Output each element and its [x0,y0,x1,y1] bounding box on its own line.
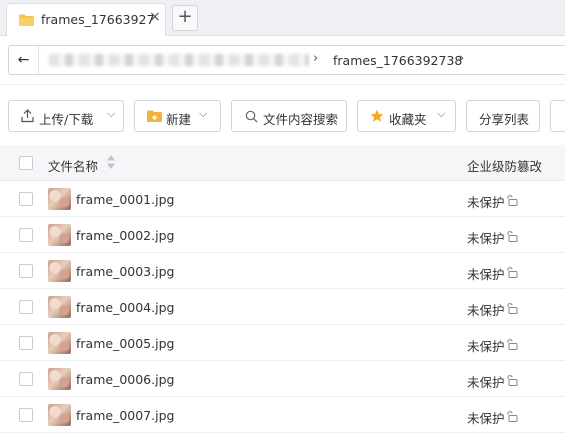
row-checkbox[interactable] [19,372,33,386]
table-row[interactable]: frame_0005.jpg 未保护 [0,325,565,361]
table-row[interactable]: frame_0007.jpg 未保护 [0,397,565,433]
unlock-icon[interactable] [506,375,518,386]
toolbar: 上传/下载 ⌵ 新建 ⌵ 文件内容搜索 收藏夹 ⌵ 分享列表 [0,84,565,144]
table-row[interactable]: frame_0001.jpg 未保护 [0,181,565,217]
file-table-header: 文件名称 企业级防篡改 [0,145,565,181]
redacted-path [49,54,309,66]
share-list-button[interactable]: 分享列表 [466,100,540,132]
chevron-down-icon: ⌵ [107,107,116,120]
protection-status: 未保护 [467,411,505,426]
search-icon [245,110,258,123]
chevron-down-icon: ⌵ [437,107,446,120]
table-row[interactable]: frame_0003.jpg 未保护 [0,253,565,289]
column-header-name[interactable]: 文件名称 [48,156,98,175]
address-bar[interactable]: ← › frames_1766392738 › [8,45,565,75]
protection-status: 未保护 [467,267,505,282]
row-checkbox[interactable] [19,192,33,206]
breadcrumb-separator-icon: › [313,51,319,66]
sort-icon[interactable] [106,154,116,170]
upload-download-button[interactable]: 上传/下载 ⌵ [8,100,124,132]
back-arrow-icon[interactable]: ← [9,46,39,74]
protection-status: 未保护 [467,303,505,318]
row-checkbox[interactable] [19,408,33,422]
more-toolbar-button[interactable] [550,100,565,132]
breadcrumb-expand-icon[interactable]: › [459,51,464,66]
image-thumbnail [48,224,71,246]
new-button[interactable]: 新建 ⌵ [134,100,221,132]
image-thumbnail [48,260,71,282]
row-checkbox[interactable] [19,300,33,314]
file-name[interactable]: frame_0007.jpg [76,408,174,423]
tab-bar: frames_17663927 × + [0,0,565,36]
file-name[interactable]: frame_0005.jpg [76,336,174,351]
upload-download-label: 上传/下载 [39,112,94,127]
file-name[interactable]: frame_0001.jpg [76,192,174,207]
image-thumbnail [48,368,71,390]
folder-icon [19,14,34,26]
row-checkbox[interactable] [19,264,33,278]
image-thumbnail [48,188,71,210]
unlock-icon[interactable] [506,195,518,206]
close-icon[interactable]: × [149,9,161,25]
image-thumbnail [48,332,71,354]
content-search-button[interactable]: 文件内容搜索 [231,100,347,132]
new-folder-icon [147,110,162,122]
new-tab-button[interactable]: + [172,5,198,31]
star-icon [370,109,384,122]
share-list-label: 分享列表 [479,112,530,127]
file-name[interactable]: frame_0004.jpg [76,300,174,315]
protection-status: 未保护 [467,339,505,354]
favorites-button[interactable]: 收藏夹 ⌵ [357,100,456,132]
file-name[interactable]: frame_0003.jpg [76,264,174,279]
tab-title: frames_17663927 [41,12,155,27]
protection-status: 未保护 [467,375,505,390]
content-search-label: 文件内容搜索 [263,112,339,127]
unlock-icon[interactable] [506,303,518,314]
file-name[interactable]: frame_0006.jpg [76,372,174,387]
file-name[interactable]: frame_0002.jpg [76,228,174,243]
table-row[interactable]: frame_0004.jpg 未保护 [0,289,565,325]
unlock-icon[interactable] [506,411,518,422]
row-checkbox[interactable] [19,336,33,350]
protection-status: 未保护 [467,195,505,210]
tab-frames-folder[interactable]: frames_17663927 × [6,3,166,36]
select-all-checkbox[interactable] [19,156,33,170]
row-checkbox[interactable] [19,228,33,242]
table-row[interactable]: frame_0006.jpg 未保护 [0,361,565,397]
protection-status: 未保护 [467,231,505,246]
unlock-icon[interactable] [506,267,518,278]
unlock-icon[interactable] [506,231,518,242]
breadcrumb-current-folder[interactable]: frames_1766392738 [333,53,462,68]
column-header-protection: 企业级防篡改 [467,159,543,174]
new-label: 新建 [166,112,192,127]
image-thumbnail [48,296,71,318]
chevron-down-icon: ⌵ [199,107,208,120]
upload-icon [21,109,34,123]
image-thumbnail [48,404,71,426]
unlock-icon[interactable] [506,339,518,350]
table-row[interactable]: frame_0002.jpg 未保护 [0,217,565,253]
favorites-label: 收藏夹 [389,112,427,127]
